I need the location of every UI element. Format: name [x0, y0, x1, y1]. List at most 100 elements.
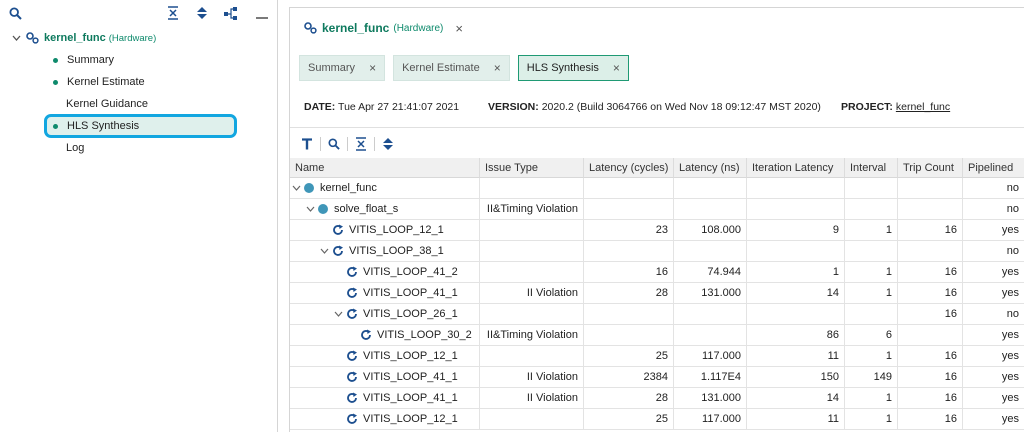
tree-item-hls-synthesis[interactable]: HLS Synthesis: [53, 116, 139, 136]
search-icon[interactable]: [7, 5, 23, 21]
table-cell-trip: [898, 178, 963, 199]
tree-root-label: kernel_func: [44, 32, 106, 44]
table-cell-pipe: no: [963, 199, 1024, 220]
table-cell-trip: 16: [898, 388, 963, 409]
report-info: DATE: Tue Apr 27 21:41:07 2021 VERSION: …: [304, 101, 1004, 117]
table-cell-lat-ns: 131.000: [674, 283, 747, 304]
chevron-down-icon[interactable]: [12, 33, 24, 44]
table-row-name[interactable]: VITIS_LOOP_38_1: [290, 241, 480, 262]
table-row-name[interactable]: VITIS_LOOP_30_2: [290, 325, 480, 346]
table-row-name[interactable]: VITIS_LOOP_41_1: [290, 283, 480, 304]
table-cell-lat-c: 28: [584, 283, 674, 304]
table-cell-interval: 1: [845, 346, 898, 367]
table-cell-trip: 16: [898, 367, 963, 388]
expand-all-icon[interactable]: [379, 135, 397, 153]
report-tabs: Summary × Kernel Estimate × HLS Synthesi…: [299, 55, 637, 81]
search-icon[interactable]: [325, 135, 343, 153]
table-row-name[interactable]: VITIS_LOOP_41_1: [290, 367, 480, 388]
tree-item-kernel-guidance[interactable]: Kernel Guidance: [66, 94, 148, 114]
table-row-name[interactable]: VITIS_LOOP_41_1: [290, 388, 480, 409]
tree-root-kernel-func[interactable]: kernel_func (Hardware): [12, 28, 156, 48]
status-dot: [53, 79, 58, 85]
table-cell-trip: [898, 241, 963, 262]
loop-icon: [346, 287, 358, 299]
editor-tab-title: kernel_func: [322, 21, 390, 35]
table-row-name[interactable]: VITIS_LOOP_12_1: [290, 220, 480, 241]
table-row-name[interactable]: solve_float_s: [290, 199, 480, 220]
table-cell-lat-ns: [674, 241, 747, 262]
column-header-latency-cycles[interactable]: Latency (cycles): [584, 158, 674, 178]
table-row-name[interactable]: VITIS_LOOP_12_1: [290, 346, 480, 367]
tab-summary[interactable]: Summary ×: [299, 55, 386, 81]
close-icon[interactable]: ×: [494, 61, 501, 75]
table-cell-lat-ns: [674, 304, 747, 325]
table-cell-iter: 14: [747, 283, 845, 304]
table-cell-lat-ns: 108.000: [674, 220, 747, 241]
column-header-issue-type[interactable]: Issue Type: [480, 158, 584, 178]
tab-kernel-estimate[interactable]: Kernel Estimate ×: [393, 55, 510, 81]
table-cell-issue: II Violation: [480, 388, 584, 409]
table-cell-iter: 9: [747, 220, 845, 241]
table-cell-trip: 16: [898, 283, 963, 304]
chevron-down-icon[interactable]: [334, 309, 346, 319]
editor-tab[interactable]: kernel_func (Hardware) ×: [290, 8, 463, 48]
tree-item-label: HLS Synthesis: [67, 120, 140, 132]
version-info: VERSION: 2020.2 (Build 3064766 on Wed No…: [488, 101, 821, 113]
close-icon[interactable]: ×: [613, 61, 620, 75]
chevron-down-icon[interactable]: [292, 183, 304, 193]
collapse-all-icon[interactable]: [352, 135, 370, 153]
table-cell-interval: 1: [845, 409, 898, 430]
tree-item-summary[interactable]: Summary: [53, 50, 114, 70]
tree-item-label: Summary: [67, 54, 115, 66]
column-header-trip-count[interactable]: Trip Count: [898, 158, 963, 178]
column-header-pipelined[interactable]: Pipelined: [963, 158, 1024, 178]
text-format-icon[interactable]: [298, 135, 316, 153]
table-cell-lat-ns: 117.000: [674, 346, 747, 367]
table-cell-trip: 16: [898, 346, 963, 367]
table-row-name[interactable]: VITIS_LOOP_26_1: [290, 304, 480, 325]
chevron-down-icon[interactable]: [306, 204, 318, 214]
function-icon: [318, 204, 328, 214]
status-dot: [53, 57, 58, 63]
table-row-name[interactable]: kernel_func: [290, 178, 480, 199]
table-cell-pipe: no: [963, 304, 1024, 325]
project-info: PROJECT: kernel_func: [841, 101, 950, 113]
close-icon[interactable]: ×: [369, 61, 376, 75]
row-name-label: VITIS_LOOP_12_1: [363, 350, 458, 362]
chevron-down-icon[interactable]: [320, 246, 332, 256]
row-name-label: VITIS_LOOP_12_1: [349, 224, 444, 236]
tree-item-log[interactable]: Log: [66, 138, 84, 158]
row-name-label: VITIS_LOOP_41_2: [363, 266, 458, 278]
loop-icon: [346, 392, 358, 404]
table-cell-lat-c: 2384: [584, 367, 674, 388]
hierarchy-icon[interactable]: [223, 5, 239, 21]
table-cell-trip: [898, 325, 963, 346]
project-link[interactable]: kernel_func: [896, 101, 950, 113]
expand-all-icon[interactable]: [194, 5, 210, 21]
column-header-latency-ns[interactable]: Latency (ns): [674, 158, 747, 178]
column-header-name[interactable]: Name: [290, 158, 480, 178]
table-cell-interval: 1: [845, 262, 898, 283]
table-row-name[interactable]: VITIS_LOOP_12_1: [290, 409, 480, 430]
tree-item-label: Log: [66, 142, 85, 154]
tab-hls-synthesis[interactable]: HLS Synthesis ×: [517, 55, 629, 81]
table-cell-iter: 1: [747, 262, 845, 283]
close-icon[interactable]: ×: [455, 21, 463, 36]
column-header-iteration-latency[interactable]: Iteration Latency: [747, 158, 845, 178]
table-cell-interval: 1: [845, 283, 898, 304]
tree-item-kernel-estimate[interactable]: Kernel Estimate: [53, 72, 145, 92]
date-label: DATE:: [304, 101, 336, 113]
table-cell-iter: [747, 304, 845, 325]
table-cell-issue: [480, 304, 584, 325]
toolbar-separator: [347, 137, 348, 151]
table-cell-lat-c: 23: [584, 220, 674, 241]
collapse-all-icon[interactable]: [165, 5, 181, 21]
table-cell-lat-ns: [674, 325, 747, 346]
minimize-icon[interactable]: [254, 5, 270, 21]
table-cell-interval: [845, 241, 898, 262]
column-header-interval[interactable]: Interval: [845, 158, 898, 178]
table-cell-lat-ns: [674, 199, 747, 220]
table-cell-iter: [747, 241, 845, 262]
table-row-name[interactable]: VITIS_LOOP_41_2: [290, 262, 480, 283]
table-cell-issue: [480, 241, 584, 262]
